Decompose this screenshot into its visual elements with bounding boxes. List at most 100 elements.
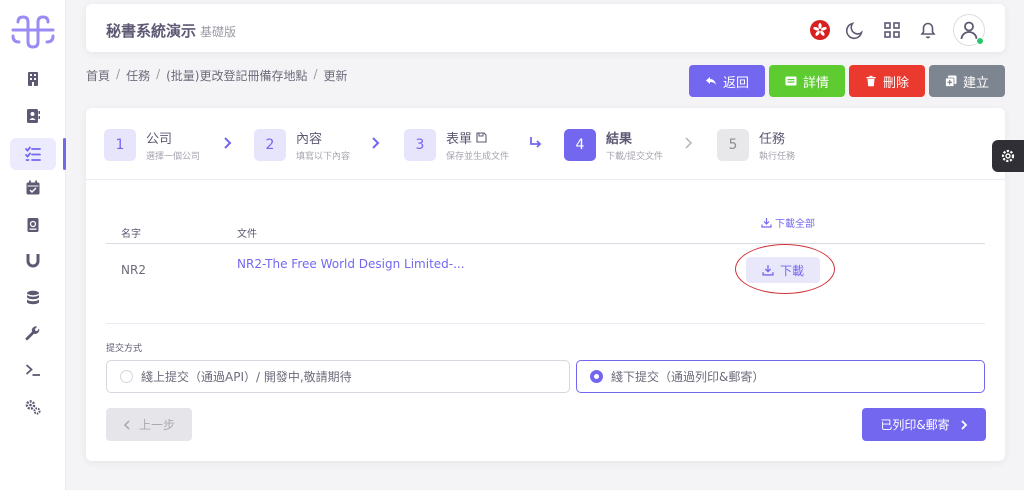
wrench-icon — [25, 326, 40, 341]
step-subtitle: 選擇一個公司 — [146, 152, 201, 162]
delete-button-label: 刪除 — [882, 75, 909, 91]
details-icon — [785, 76, 797, 86]
step-title: 表單 — [446, 128, 509, 147]
radio-checked[interactable] — [590, 370, 603, 383]
calendar-check-icon — [26, 180, 40, 195]
option-online-label: 綫上提交（通過API）/ 開發中,敬請期待 — [141, 370, 352, 384]
sidebar-item-settings[interactable] — [10, 391, 56, 423]
chevron-right-icon — [685, 137, 693, 149]
breadcrumb-separator: / — [313, 67, 318, 81]
annotation-circle — [735, 244, 835, 294]
arrow-corner-down-right-icon — [530, 137, 542, 148]
step-number: 4 — [564, 129, 596, 161]
sidebar-item-book[interactable] — [10, 209, 56, 241]
terminal-icon — [25, 364, 40, 376]
sidebar-item-tasks[interactable] — [10, 138, 56, 170]
step-subtitle: 下載/提交文件 — [606, 152, 664, 162]
download-icon — [761, 218, 772, 228]
step-title: 公司 — [146, 132, 173, 147]
step-task[interactable]: 5 任務 執行任務 — [717, 128, 795, 162]
app-edition: 基礎版 — [200, 25, 237, 39]
chevron-right-icon — [961, 419, 967, 430]
download-all-link[interactable]: 下載全部 — [761, 215, 815, 230]
step-number: 1 — [104, 129, 136, 161]
reply-arrow-icon — [705, 77, 716, 85]
row-file-link[interactable]: NR2-The Free World Design Limited-... — [237, 257, 465, 271]
contact-icon — [27, 109, 40, 123]
breadcrumb-separator: / — [156, 67, 161, 81]
active-indicator — [63, 138, 66, 170]
sidebar-item-database[interactable] — [10, 282, 56, 314]
sidebar-item-magnet[interactable] — [10, 245, 56, 277]
bell-icon[interactable] — [917, 19, 939, 41]
settings-icon — [25, 400, 41, 415]
breadcrumb-current: 更新 — [323, 69, 348, 83]
sidebar-item-tools[interactable] — [10, 318, 56, 350]
step-number: 2 — [254, 129, 286, 161]
previous-step-label: 上一步 — [138, 418, 175, 432]
app-title: 秘書系統演示 基礎版 — [106, 20, 236, 41]
gear-icon — [1001, 149, 1015, 163]
create-button[interactable]: 建立 — [929, 65, 1005, 97]
app-logo[interactable] — [10, 14, 56, 50]
printed-mailed-button[interactable]: 已列印&郵寄 — [862, 408, 986, 441]
breadcrumb-home[interactable]: 首頁 — [86, 67, 110, 84]
theme-customizer-toggle[interactable] — [992, 140, 1024, 172]
wizard-card: 1 公司 選擇一個公司 2 內容 填寫以下內容 3 表單 保存並生成文件 4 結… — [86, 108, 1005, 461]
step-content[interactable]: 2 內容 填寫以下內容 — [254, 128, 350, 162]
previous-step-button[interactable]: 上一步 — [106, 408, 192, 441]
add-copy-icon — [945, 75, 957, 87]
back-button[interactable]: 返回 — [689, 65, 765, 97]
step-result[interactable]: 4 結果 下載/提交文件 — [564, 128, 663, 162]
sidebar — [0, 0, 66, 490]
details-button-label: 詳情 — [802, 75, 829, 91]
column-header-name: 名字 — [121, 229, 141, 240]
sidebar-item-contacts[interactable] — [10, 100, 56, 132]
step-number: 3 — [404, 129, 436, 161]
step-subtitle: 保存並生成文件 — [446, 152, 510, 162]
step-form[interactable]: 3 表單 保存並生成文件 — [404, 128, 509, 162]
details-button[interactable]: 詳情 — [769, 65, 845, 97]
delete-button[interactable]: 刪除 — [849, 65, 925, 97]
page-actions: 返回 詳情 刪除 建立 — [689, 65, 1005, 97]
trash-icon — [866, 75, 876, 87]
option-offline-label: 綫下提交（通過列印&郵寄） — [611, 370, 765, 384]
submit-method-label: 提交方式 — [106, 344, 143, 354]
sidebar-item-company[interactable] — [10, 63, 56, 95]
hk-flag-icon[interactable] — [809, 19, 831, 41]
user-avatar[interactable] — [953, 14, 985, 46]
download-all-label: 下載全部 — [775, 219, 815, 230]
header-actions — [809, 14, 985, 46]
task-list-icon — [25, 146, 41, 161]
back-button-label: 返回 — [722, 75, 749, 91]
printed-mailed-label: 已列印&郵寄 — [880, 418, 950, 432]
step-title-text: 表單 — [446, 132, 473, 147]
grid-icon[interactable] — [881, 19, 903, 41]
chevron-right-icon — [372, 137, 380, 149]
chevron-left-icon — [123, 419, 130, 430]
sidebar-item-terminal[interactable] — [10, 354, 56, 386]
book-icon — [27, 218, 39, 232]
chevron-right-icon — [224, 137, 232, 149]
sidebar-item-calendar[interactable] — [10, 172, 56, 204]
moon-icon[interactable] — [845, 19, 867, 41]
step-company[interactable]: 1 公司 選擇一個公司 — [104, 128, 200, 162]
magnet-icon — [26, 254, 40, 268]
radio-unchecked[interactable] — [120, 370, 133, 383]
breadcrumb-tasks[interactable]: 任務 — [126, 67, 150, 84]
step-title: 結果 — [606, 132, 633, 147]
column-header-file: 文件 — [237, 229, 257, 240]
step-number: 5 — [717, 129, 749, 161]
create-button-label: 建立 — [962, 75, 989, 91]
step-title: 任務 — [759, 132, 786, 147]
submit-option-offline[interactable]: 綫下提交（通過列印&郵寄） — [576, 360, 985, 393]
database-icon — [27, 290, 39, 305]
top-navbar: 秘書系統演示 基礎版 — [86, 4, 1005, 52]
online-status-dot — [976, 37, 984, 45]
row-name: NR2 — [121, 263, 146, 277]
breadcrumb-task-type[interactable]: (批量)更改登記冊備存地點 — [166, 67, 307, 84]
breadcrumb-separator: / — [116, 67, 121, 81]
wizard-steps: 1 公司 選擇一個公司 2 內容 填寫以下內容 3 表單 保存並生成文件 4 結… — [86, 108, 1005, 180]
submit-option-online[interactable]: 綫上提交（通過API）/ 開發中,敬請期待 — [106, 360, 570, 393]
save-icon — [476, 132, 487, 143]
